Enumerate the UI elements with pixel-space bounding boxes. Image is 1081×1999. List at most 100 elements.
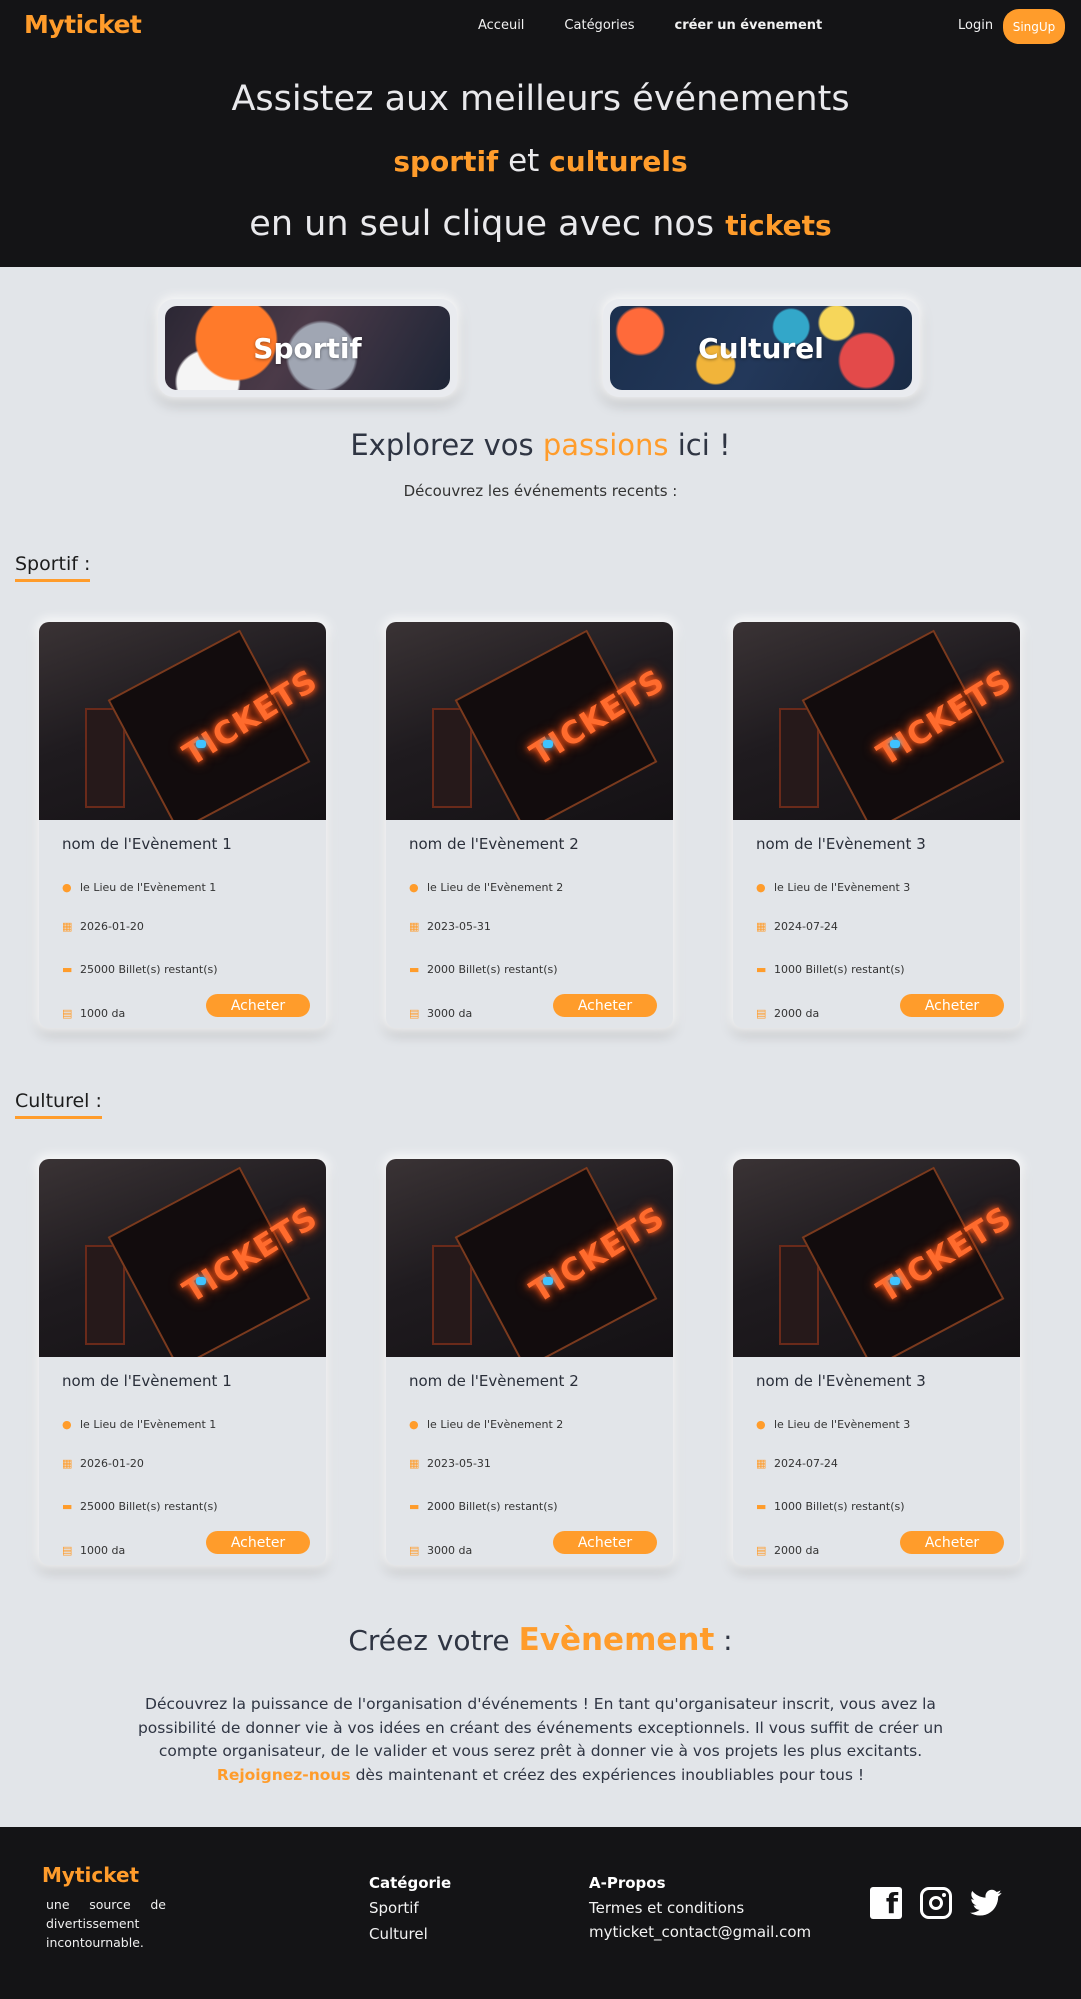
card-tickets-row: ▬ 1000 Billet(s) restant(s): [756, 1500, 905, 1513]
card-place-row: ● le Lieu de l'Evènement 1: [62, 1418, 216, 1431]
category-sportif-label: Sportif: [253, 331, 362, 365]
footer-link-culturel[interactable]: Culturel: [369, 1925, 428, 1943]
card-tickets-row: ▬ 25000 Billet(s) restant(s): [62, 1500, 218, 1513]
nav-item-acceuil[interactable]: Acceuil: [478, 18, 524, 33]
nav-item-create-event[interactable]: créer un évenement: [675, 18, 823, 33]
twitter-icon[interactable]: [970, 1889, 1002, 1917]
card-date-row: ▦ 2023-05-31: [409, 920, 491, 933]
footer-contact-email[interactable]: myticket_contact@gmail.com: [589, 1923, 811, 1941]
event-image: TICKETS: [39, 622, 326, 820]
footer-about-title: A-Propos: [589, 1874, 666, 1892]
explore-a: Explorez vos: [350, 428, 543, 462]
card-place-row: ● le Lieu de l'Evènement 1: [62, 881, 216, 894]
card-price: 2000 da: [774, 1544, 820, 1557]
card-tickets-row: ▬ 2000 Billet(s) restant(s): [409, 1500, 558, 1513]
card-tickets: 2000 Billet(s) restant(s): [427, 963, 558, 976]
card-place-row: ● le Lieu de l'Evènement 2: [409, 1418, 563, 1431]
explore-passions: passions: [542, 428, 669, 462]
neon-arrow: [543, 1277, 553, 1285]
event-name: nom de l'Evènement 2: [409, 1372, 579, 1390]
logo[interactable]: Myticket: [24, 10, 142, 39]
explore-title: Explorez vos passions ici !: [0, 428, 1081, 462]
category-culturel-label: Culturel: [698, 331, 824, 365]
card-place: le Lieu de l'Evènement 3: [774, 1418, 911, 1431]
card-place-row: ● le Lieu de l'Evènement 2: [409, 881, 563, 894]
create-title-evenement: Evènement: [518, 1622, 715, 1658]
footer-link-terms[interactable]: Termes et conditions: [589, 1899, 744, 1917]
calendar-icon: ▦: [756, 1457, 767, 1470]
card-price-row: ▤ 3000 da: [409, 1544, 472, 1557]
main-nav: Acceuil Catégories créer un évenement: [478, 18, 822, 33]
buy-button[interactable]: Acheter: [900, 1531, 1004, 1554]
ticket-icon: ▬: [756, 963, 767, 976]
event-image: TICKETS: [386, 622, 673, 820]
location-pin-icon: ●: [62, 881, 72, 894]
event-card[interactable]: TICKETS nom de l'Evènement 2 ● le Lieu de l…: [386, 622, 673, 1028]
event-card[interactable]: TICKETS nom de l'Evènement 3 ● le Lieu de l…: [733, 1159, 1020, 1565]
card-tickets: 1000 Billet(s) restant(s): [774, 1500, 905, 1513]
location-pin-icon: ●: [409, 881, 419, 894]
card-tickets-row: ▬ 2000 Billet(s) restant(s): [409, 963, 558, 976]
buy-button[interactable]: Acheter: [900, 994, 1004, 1017]
neon-arrow: [196, 740, 206, 748]
buy-button[interactable]: Acheter: [553, 1531, 657, 1554]
location-pin-icon: ●: [756, 881, 766, 894]
section-title-sportif: Sportif :: [15, 553, 91, 582]
card-date: 2026-01-20: [80, 920, 144, 933]
card-tickets-row: ▬ 1000 Billet(s) restant(s): [756, 963, 905, 976]
ticket-icon: ▬: [756, 1500, 767, 1513]
hero-culturels: culturels: [549, 145, 688, 178]
card-tickets: 25000 Billet(s) restant(s): [80, 1500, 218, 1513]
footer-logo[interactable]: Myticket: [42, 1863, 139, 1887]
event-card[interactable]: TICKETS nom de l'Evènement 1 ● le Lieu de l…: [39, 622, 326, 1028]
buy-button[interactable]: Acheter: [553, 994, 657, 1017]
event-card[interactable]: TICKETS nom de l'Evènement 1 ● le Lieu de l…: [39, 1159, 326, 1565]
hero-et: et: [498, 143, 550, 179]
event-card[interactable]: TICKETS nom de l'Evènement 2 ● le Lieu de l…: [386, 1159, 673, 1565]
event-card[interactable]: TICKETS nom de l'Evènement 3 ● le Lieu de l…: [733, 622, 1020, 1028]
category-culturel-banner[interactable]: Culturel: [603, 299, 919, 397]
hero-sportif: sportif: [393, 145, 499, 178]
card-price: 2000 da: [774, 1007, 820, 1020]
instagram-icon[interactable]: [920, 1887, 952, 1919]
category-sportif-banner[interactable]: Sportif: [158, 299, 457, 397]
section-title-culturel: Culturel :: [15, 1090, 102, 1119]
facebook-icon[interactable]: f: [870, 1887, 902, 1919]
event-image: TICKETS: [733, 1159, 1020, 1357]
social-links: f: [870, 1887, 1002, 1919]
create-title-a: Créez votre: [348, 1624, 519, 1657]
create-text-1: Découvrez la puissance de l'organisation…: [137, 1695, 944, 1760]
card-place-row: ● le Lieu de l'Evènement 3: [756, 881, 910, 894]
card-price: 1000 da: [80, 1007, 126, 1020]
event-name: nom de l'Evènement 1: [62, 835, 232, 853]
card-price-row: ▤ 1000 da: [62, 1007, 125, 1020]
buy-button[interactable]: Acheter: [206, 1531, 310, 1554]
signup-button[interactable]: SingUp: [1003, 9, 1065, 44]
login-link[interactable]: Login: [958, 18, 993, 33]
card-price-row: ▤ 2000 da: [756, 1544, 819, 1557]
coins-icon: ▤: [409, 1007, 420, 1020]
location-pin-icon: ●: [62, 1418, 72, 1431]
card-price-row: ▤ 1000 da: [62, 1544, 125, 1557]
hero-line-3: en un seul clique avec nos tickets: [0, 197, 1081, 253]
coins-icon: ▤: [756, 1544, 767, 1557]
footer-link-sportif[interactable]: Sportif: [369, 1899, 419, 1917]
nav-item-categories[interactable]: Catégories: [564, 18, 634, 33]
buy-button[interactable]: Acheter: [206, 994, 310, 1017]
card-place: le Lieu de l'Evènement 1: [80, 1418, 217, 1431]
create-title-c: :: [714, 1624, 733, 1657]
coins-icon: ▤: [409, 1544, 420, 1557]
calendar-icon: ▦: [409, 920, 420, 933]
ticket-icon: ▬: [62, 1500, 73, 1513]
card-place: le Lieu de l'Evènement 2: [427, 1418, 564, 1431]
create-event-text: Découvrez la puissance de l'organisation…: [120, 1693, 961, 1787]
card-tickets-row: ▬ 25000 Billet(s) restant(s): [62, 963, 218, 976]
card-place: le Lieu de l'Evènement 2: [427, 881, 564, 894]
hero-line-2: sportif et culturels: [0, 134, 1081, 189]
hero-line-3-text: en un seul clique avec nos: [249, 204, 726, 244]
card-tickets: 2000 Billet(s) restant(s): [427, 1500, 558, 1513]
calendar-icon: ▦: [62, 1457, 73, 1470]
location-pin-icon: ●: [756, 1418, 766, 1431]
join-link[interactable]: Rejoignez-nous: [217, 1766, 351, 1784]
culture-image: Culturel: [610, 306, 912, 390]
